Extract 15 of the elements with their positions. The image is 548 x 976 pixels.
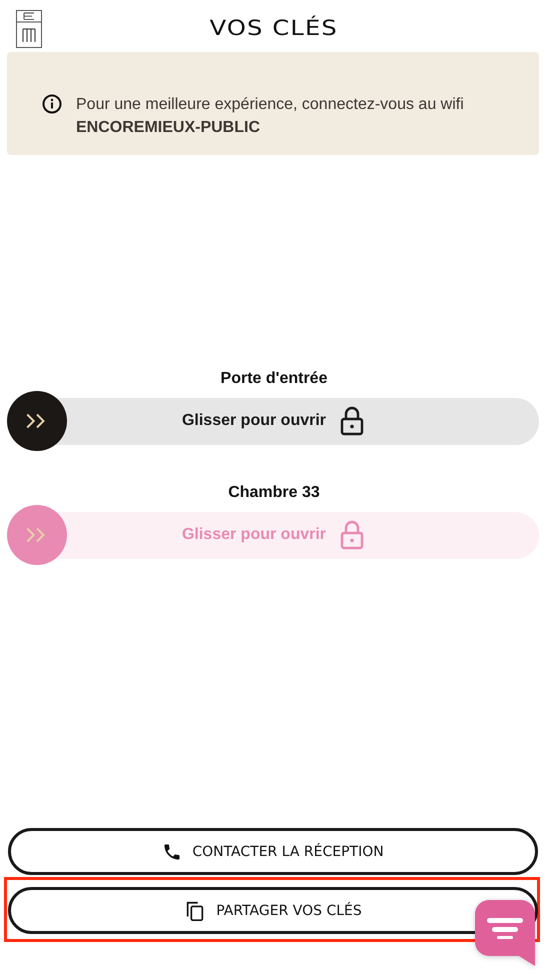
- network-name: ENCOREMIEUX-PUBLIC: [76, 118, 262, 138]
- phone-icon: [162, 842, 182, 862]
- chat-button[interactable]: [475, 900, 535, 966]
- lock-icon: [340, 520, 364, 550]
- contact-button[interactable]: CONTACTER LA RÉCEPTION: [8, 828, 538, 875]
- slider-label: Glisser pour ouvrir: [182, 526, 326, 544]
- lock-icon: [340, 406, 364, 436]
- logo-icon: [16, 10, 42, 48]
- key-label: Porte d'entrée: [220, 370, 328, 388]
- slider-label: Glisser pour ouvrir: [182, 412, 326, 430]
- share-button[interactable]: PARTAGER VOS CLÉS: [8, 887, 538, 934]
- key-label: Chambre 33: [228, 484, 320, 502]
- page-title: VOS CLÉS: [210, 16, 338, 40]
- info-icon: [42, 94, 62, 114]
- notice-text: Pour une meilleure expérience, connectez-vous au wifi: [76, 95, 464, 115]
